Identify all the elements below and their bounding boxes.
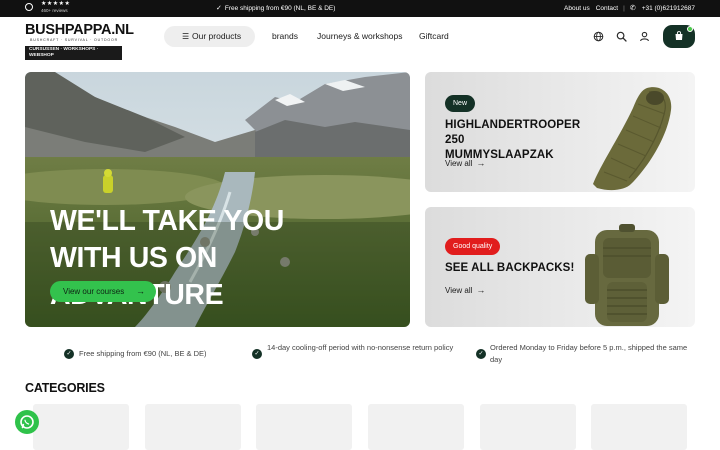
- usp-text: 14-day cooling-off period with no-nonsen…: [267, 343, 454, 352]
- good-quality-badge: Good quality: [445, 238, 501, 255]
- arrow-right-icon: →: [476, 285, 486, 295]
- top-bar: ★★★★★ 460+ reviews ✓ Free shipping from €…: [0, 0, 720, 17]
- view-courses-label: View our courses: [63, 287, 125, 296]
- arrow-right-icon: →: [136, 286, 145, 296]
- category-tile[interactable]: [591, 404, 687, 450]
- user-icon[interactable]: [639, 31, 650, 42]
- promo-title-sleeping-bag: HIGHLANDERTROOPER 250 MUMMYSLAAPZAK: [445, 119, 581, 161]
- our-products-label: Our products: [192, 31, 242, 41]
- check-circle-icon: ✓: [476, 349, 486, 359]
- view-all-label: View all: [445, 286, 473, 295]
- promo-title-backpacks: SEE ALL BACKPACKS!: [445, 262, 575, 274]
- cart-icon: [674, 31, 684, 41]
- nav-brands[interactable]: brands: [272, 26, 298, 47]
- new-badge: New: [445, 95, 476, 112]
- view-courses-button[interactable]: View our courses →: [50, 281, 156, 302]
- logo-name: BUSHPAPPA.NL: [25, 22, 134, 38]
- our-products-menu-button[interactable]: ☰ Our products: [164, 26, 255, 47]
- view-all-link-sleeping-bag[interactable]: View all →: [445, 158, 485, 169]
- check-circle-icon: ✓: [64, 349, 74, 359]
- site-logo[interactable]: BUSHPAPPA.NL BUSHCRAFT · SURVIVAL · OUTD…: [25, 22, 134, 60]
- review-badge-icon[interactable]: [25, 3, 33, 11]
- promo-card-backpacks[interactable]: Good quality SEE ALL BACKPACKS! View all…: [425, 207, 695, 327]
- menu-icon: ☰: [182, 32, 190, 41]
- nav-journeys-workshops[interactable]: Journeys & workshops: [317, 26, 403, 47]
- whatsapp-icon[interactable]: [15, 410, 39, 434]
- check-circle-icon: ✓: [252, 349, 262, 359]
- promo-card-sleeping-bag[interactable]: New HIGHLANDERTROOPER 250 MUMMYSLAAPZAK …: [425, 72, 695, 192]
- usp-cooling-off: ✓ 14-day cooling-off period with no-nons…: [252, 342, 462, 359]
- hero-banner[interactable]: WE'LL TAKE YOU WITH US ON ADVANTURE View…: [25, 72, 410, 327]
- category-tile[interactable]: [33, 404, 129, 450]
- category-tile[interactable]: [256, 404, 352, 450]
- usp-free-shipping: ✓ Free shipping from €90 (NL, BE & DE): [64, 348, 234, 360]
- divider: |: [623, 5, 625, 12]
- globe-icon[interactable]: [593, 31, 604, 42]
- usp-text: Ordered Monday to Friday before 5 p.m., …: [490, 343, 688, 364]
- cart-button[interactable]: [663, 25, 695, 48]
- rating-stars: ★★★★★: [41, 1, 71, 7]
- logo-tagline: BUSHCRAFT · SURVIVAL · OUTDOOR: [30, 38, 118, 42]
- arrow-right-icon: →: [476, 158, 486, 168]
- category-tile[interactable]: [368, 404, 464, 450]
- category-tile[interactable]: [480, 404, 576, 450]
- categories-heading: CATEGORIES: [25, 381, 105, 395]
- shipping-notice: ✓ Free shipping from €90 (NL, BE & DE): [216, 4, 335, 13]
- search-icon[interactable]: [616, 31, 627, 42]
- usp-same-day-shipping: ✓ Ordered Monday to Friday before 5 p.m.…: [476, 342, 691, 366]
- check-icon: ✓: [216, 5, 222, 12]
- phone-number[interactable]: +31 (0)621912687: [642, 4, 695, 13]
- view-all-label: View all: [445, 159, 473, 168]
- nav-giftcard[interactable]: Giftcard: [419, 26, 449, 47]
- usp-text: Free shipping from €90 (NL, BE & DE): [79, 349, 207, 358]
- category-tile[interactable]: [145, 404, 241, 450]
- top-links: About us Contact | ✆ +31 (0)621912687: [558, 4, 695, 13]
- view-all-link-backpacks[interactable]: View all →: [445, 285, 485, 296]
- shipping-notice-text: Free shipping from €90 (NL, BE & DE): [224, 5, 336, 12]
- sleeping-bag-image: [593, 87, 672, 191]
- phone-icon: ✆: [629, 5, 636, 12]
- backpack-image: [585, 224, 669, 326]
- contact-link[interactable]: Contact: [596, 4, 618, 13]
- rating-reviews: 460+ reviews: [41, 8, 68, 13]
- logo-subtag: CURSUSSEN · WORKSHOPS · WEBSHOP: [25, 46, 122, 60]
- about-us-link[interactable]: About us: [564, 4, 590, 13]
- cart-status-dot: [687, 26, 693, 32]
